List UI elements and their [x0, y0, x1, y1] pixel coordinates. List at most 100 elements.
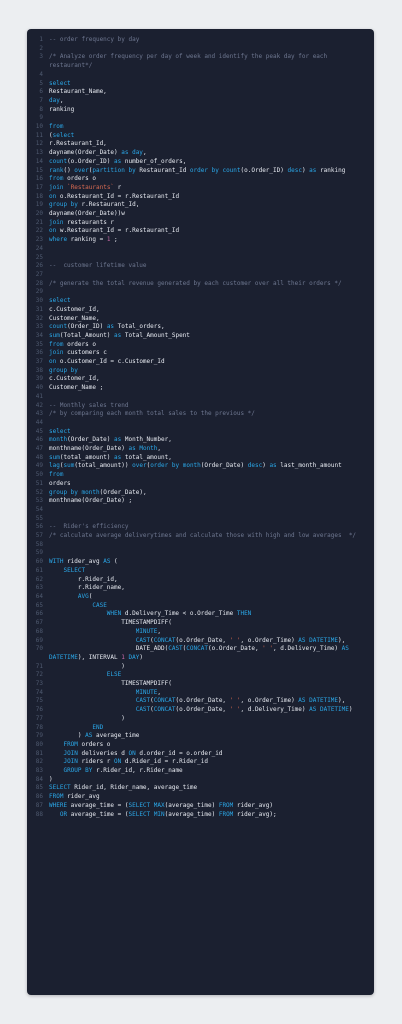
code-line[interactable]: 40 Customer_Name ; — [27, 384, 374, 393]
code-line[interactable]: 36 join customers c — [27, 349, 374, 358]
code-line[interactable]: 53 monthname(Order_Date) ; — [27, 497, 374, 506]
code-line[interactable]: 33 count(Order_ID) as Total_orders, — [27, 323, 374, 332]
code-line[interactable]: 27 — [27, 271, 374, 280]
code-line[interactable]: 2 — [27, 45, 374, 54]
code-line[interactable]: 51 orders — [27, 480, 374, 489]
code-line[interactable]: 56 -- Rider's efficiency — [27, 523, 374, 532]
code-line[interactable]: 85 SELECT Rider_id, Rider_name, average_t… — [27, 784, 374, 793]
code-line[interactable]: 62 r.Rider_id, — [27, 576, 374, 585]
code-line[interactable]: 45 select — [27, 428, 374, 437]
code-line[interactable]: 75 CAST(CONCAT(o.Order_Date, ' ', o.Orde… — [27, 697, 374, 706]
code-token: sum — [49, 331, 60, 339]
code-line[interactable]: 10 from — [27, 123, 374, 132]
code-line[interactable]: 15 rank() over(partition by Restaurant_Id… — [27, 167, 374, 176]
code-line[interactable]: 54 — [27, 506, 374, 515]
code-line[interactable]: 74 MINUTE, — [27, 689, 374, 698]
code-line[interactable]: 81 JOIN deliveries d ON d.order_id = o.o… — [27, 750, 374, 759]
code-line[interactable]: 3 /* Analyze order frequency per day of w… — [27, 53, 374, 70]
code-line[interactable]: 43 /* by comparing each month total sales… — [27, 410, 374, 419]
code-line[interactable]: 34 sum(Total_Amount) as Total_Amount_Spen… — [27, 332, 374, 341]
code-line[interactable]: 79 ) AS average_time — [27, 732, 374, 741]
code-line[interactable]: 72 ELSE — [27, 671, 374, 680]
code-line[interactable]: 25 — [27, 254, 374, 263]
code-token: /* calculate average deliverytimes and c… — [49, 532, 357, 540]
code-line[interactable]: 17 join `Restaurants` r — [27, 184, 374, 193]
code-line[interactable]: 82 JOIN riders r ON d.Rider_id = r.Rider… — [27, 758, 374, 767]
code-line[interactable]: 69 CAST(CONCAT(o.Order_Date, ' ', o.Orde… — [27, 637, 374, 646]
code-line[interactable]: 32 Customer_Name, — [27, 315, 374, 324]
code-text: where ranking = 1 ; — [49, 236, 374, 245]
code-line[interactable]: 49 lag(sum(total_amount)) over(order by m… — [27, 462, 374, 471]
code-line[interactable]: 68 MINUTE, — [27, 628, 374, 637]
code-line[interactable]: 48 sum(total_amount) as total_amount, — [27, 454, 374, 463]
code-line[interactable]: 23 where ranking = 1 ; — [27, 236, 374, 245]
code-line[interactable]: 73 TIMESTAMPDIFF( — [27, 680, 374, 689]
code-line[interactable]: 65 CASE — [27, 602, 374, 611]
code-line[interactable]: 46 month(Order_Date) as Month_Number, — [27, 436, 374, 445]
code-line[interactable]: 87 WHERE average_time = (SELECT MAX(avera… — [27, 802, 374, 811]
code-line[interactable]: 7 day, — [27, 97, 374, 106]
code-line[interactable]: 76 CAST(CONCAT(o.Order_Date, ' ', d.Deli… — [27, 706, 374, 715]
code-line[interactable]: 13 dayname(Order_Date) as day, — [27, 149, 374, 158]
code-line[interactable]: 42 -- Monthly sales trend — [27, 402, 374, 411]
code-line[interactable]: 55 — [27, 515, 374, 524]
code-line[interactable]: 66 WHEN d.Delivery_Time < o.Order_Time T… — [27, 610, 374, 619]
code-line[interactable]: 57 /* calculate average deliverytimes and… — [27, 532, 374, 541]
code-line[interactable]: 6 Restaurant_Name, — [27, 88, 374, 97]
code-line[interactable]: 39 c.Customer_Id, — [27, 375, 374, 384]
code-line[interactable]: 9 — [27, 114, 374, 123]
code-area[interactable]: 1 -- order frequency by day 2 3 /* Analyze o… — [27, 36, 374, 819]
code-line[interactable]: 4 — [27, 71, 374, 80]
code-line[interactable]: 12 r.Restaurant_Id, — [27, 140, 374, 149]
code-line[interactable]: 61 SELECT — [27, 567, 374, 576]
code-line[interactable]: 31 c.Customer_Id, — [27, 306, 374, 315]
code-line[interactable]: 47 monthname(Order_Date) as Month, — [27, 445, 374, 454]
code-line[interactable]: 22 on w.Restaurant_Id = r.Restaurant_Id — [27, 227, 374, 236]
code-token: join — [49, 349, 64, 357]
code-line[interactable]: 29 — [27, 288, 374, 297]
code-line[interactable]: 70 DATE_ADD(CAST(CONCAT(o.Order_Date, ' … — [27, 645, 374, 662]
code-line[interactable]: 18 on o.Restaurant_Id = r.Restaurant_Id — [27, 193, 374, 202]
code-line[interactable]: 37 on o.Customer_Id = c.Customer_Id — [27, 358, 374, 367]
code-line[interactable]: 44 — [27, 419, 374, 428]
code-line[interactable]: 11 (select — [27, 132, 374, 141]
code-token: FROM — [218, 801, 234, 809]
code-line[interactable]: 19 group by r.Restaurant_Id, — [27, 201, 374, 210]
code-token: count — [222, 166, 241, 174]
code-line[interactable]: 67 TIMESTAMPDIFF( — [27, 619, 374, 628]
code-editor[interactable]: 1 -- order frequency by day 2 3 /* Analyze o… — [27, 29, 374, 995]
code-line[interactable]: 80 FROM orders o — [27, 741, 374, 750]
code-line[interactable]: 84) — [27, 776, 374, 785]
code-line[interactable]: 21 join restaurants r — [27, 219, 374, 228]
code-line[interactable]: 41 — [27, 393, 374, 402]
code-line[interactable]: 5 select — [27, 80, 374, 89]
code-line[interactable]: 64 AVG( — [27, 593, 374, 602]
code-line[interactable]: 30 select — [27, 297, 374, 306]
code-line[interactable]: 38 group by — [27, 367, 374, 376]
code-line[interactable]: 16 from orders o — [27, 175, 374, 184]
code-line[interactable]: 24 — [27, 245, 374, 254]
code-line[interactable]: 77 ) — [27, 715, 374, 724]
code-token: THEN — [236, 610, 252, 618]
code-line[interactable]: 50 from — [27, 471, 374, 480]
code-line[interactable]: 20 dayname(Order_Date))w — [27, 210, 374, 219]
code-line[interactable]: 26 -- customer lifetime value — [27, 262, 374, 271]
code-token: riders r — [77, 758, 115, 766]
code-line[interactable]: 78 END — [27, 724, 374, 733]
code-line[interactable]: 14 count(o.Order_ID) as number_of_orders, — [27, 158, 374, 167]
code-line[interactable]: 52 group by month(Order_Date), — [27, 489, 374, 498]
code-line[interactable]: 83 GROUP BY r.Rider_id, r.Rider_name — [27, 767, 374, 776]
code-line[interactable]: 58 — [27, 541, 374, 550]
code-line[interactable]: 63 r.Rider_name, — [27, 584, 374, 593]
code-line[interactable]: 71 ) — [27, 663, 374, 672]
code-line[interactable]: 88 OR average_time = (SELECT MIN(average… — [27, 811, 374, 820]
code-line[interactable]: 86 FROM rider_avg — [27, 793, 374, 802]
code-line[interactable]: 35 from orders o — [27, 341, 374, 350]
code-text: ) — [49, 663, 374, 672]
code-line[interactable]: 59 — [27, 549, 374, 558]
code-line[interactable]: 8 ranking — [27, 106, 374, 115]
code-line[interactable]: 1 -- order frequency by day — [27, 36, 374, 45]
code-line[interactable]: 28 /* generate the total revenue generate… — [27, 280, 374, 289]
code-line[interactable]: 60 WITH rider_avg AS ( — [27, 558, 374, 567]
code-token: SELECT — [63, 566, 86, 574]
